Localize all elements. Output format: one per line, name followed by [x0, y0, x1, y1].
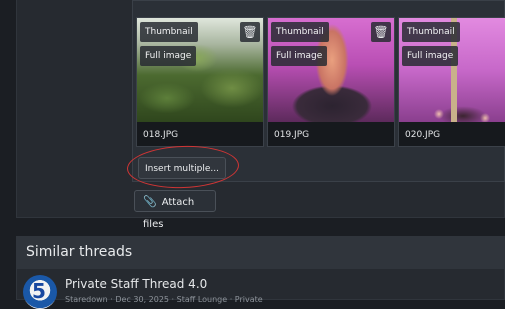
thumbnail-button[interactable]: Thumbnail	[271, 22, 329, 42]
similar-threads-block: Similar threads 5 Private Staff Thread 4…	[16, 236, 505, 309]
similar-threads-header: Similar threads	[17, 237, 504, 269]
attachment-020[interactable]: Thumbnail Full image 020.JPG	[398, 17, 505, 147]
thumbnail-button[interactable]: Thumbnail	[402, 22, 460, 42]
attachment-018[interactable]: Thumbnail Full image 🗑 018.JPG	[136, 17, 264, 147]
avatar[interactable]: 5	[23, 275, 57, 309]
full-image-button[interactable]: Full image	[271, 46, 328, 66]
attachment-filename: 020.JPG	[405, 130, 441, 140]
attach-files-button[interactable]: 📎 Attach files	[134, 190, 216, 230]
thumbnail-button[interactable]: Thumbnail	[140, 22, 198, 42]
attachment-filename: 018.JPG	[143, 130, 179, 140]
insert-multiple-button[interactable]: Insert multiple...	[138, 157, 226, 179]
trash-icon[interactable]: 🗑	[371, 22, 391, 42]
attachment-019[interactable]: Thumbnail Full image 🗑 019.JPG	[267, 17, 395, 147]
full-image-button[interactable]: Full image	[140, 46, 197, 66]
thread-title-link[interactable]: Private Staff Thread 4.0	[65, 277, 207, 291]
attachment-filename: 019.JPG	[274, 130, 310, 140]
trash-icon[interactable]: 🗑	[240, 22, 260, 42]
similar-threads-title: Similar threads	[26, 244, 133, 260]
full-image-button[interactable]: Full image	[402, 46, 459, 66]
paperclip-icon: 📎	[143, 195, 157, 208]
